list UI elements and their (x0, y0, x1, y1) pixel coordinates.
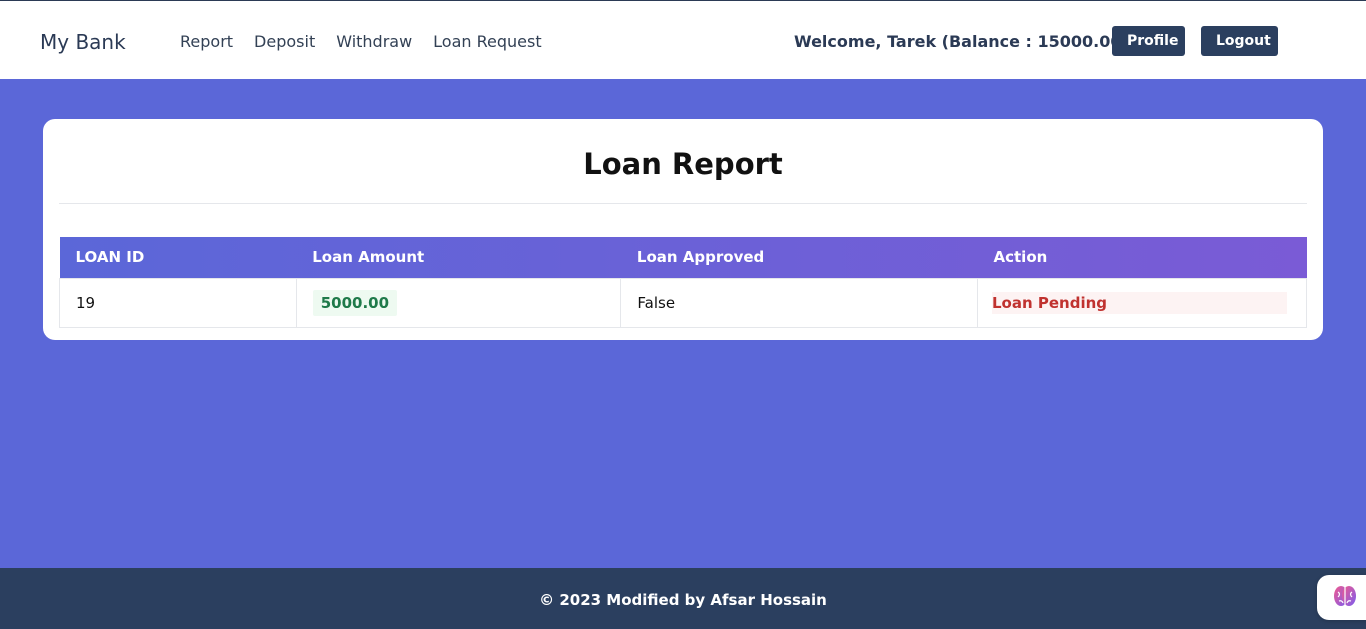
loan-table: LOAN ID Loan Amount Loan Approved Action… (59, 237, 1307, 328)
column-header-loan-approved: Loan Approved (636, 248, 765, 267)
loan-id-cell: 19 (59, 277, 297, 328)
loan-amount-badge: 5000.00 (312, 289, 398, 316)
loan-amount-cell: 5000.00 (295, 277, 622, 328)
table-row: 19 5000.00 False Loan Pending (59, 277, 1307, 328)
brain-icon (1332, 583, 1358, 613)
nav-link-withdraw[interactable]: Withdraw (336, 32, 412, 51)
brand-link[interactable]: My Bank (40, 30, 126, 54)
assistant-widget[interactable] (1317, 575, 1366, 620)
nav-link-deposit[interactable]: Deposit (254, 32, 315, 51)
nav-link-loan-request[interactable]: Loan Request (433, 32, 541, 51)
page-title: Loan Report (583, 147, 783, 181)
loan-approved-cell: False (620, 277, 978, 328)
nav-links: Report Deposit Withdraw Loan Request (180, 32, 563, 51)
loan-report-card: Loan Report LOAN ID Loan Amount Loan App… (43, 119, 1323, 340)
nav-link-report[interactable]: Report (180, 32, 233, 51)
navbar: My Bank Report Deposit Withdraw Loan Req… (0, 0, 1366, 79)
profile-button[interactable]: Profile (1112, 26, 1185, 56)
footer-text: © 2023 Modified by Afsar Hossain (539, 591, 827, 609)
action-cell: Loan Pending (977, 277, 1307, 328)
column-header-action: Action (993, 248, 1048, 267)
logout-button[interactable]: Logout (1201, 26, 1278, 56)
column-header-loan-amount: Loan Amount (312, 248, 425, 267)
column-header-loan-id: LOAN ID (75, 248, 145, 267)
welcome-text: Welcome, Tarek (Balance : 15000.00) (794, 32, 1129, 51)
table-header-row: LOAN ID Loan Amount Loan Approved Action (59, 237, 1307, 278)
loan-pending-status: Loan Pending (992, 291, 1287, 314)
divider (59, 203, 1307, 204)
footer: © 2023 Modified by Afsar Hossain (0, 568, 1366, 629)
